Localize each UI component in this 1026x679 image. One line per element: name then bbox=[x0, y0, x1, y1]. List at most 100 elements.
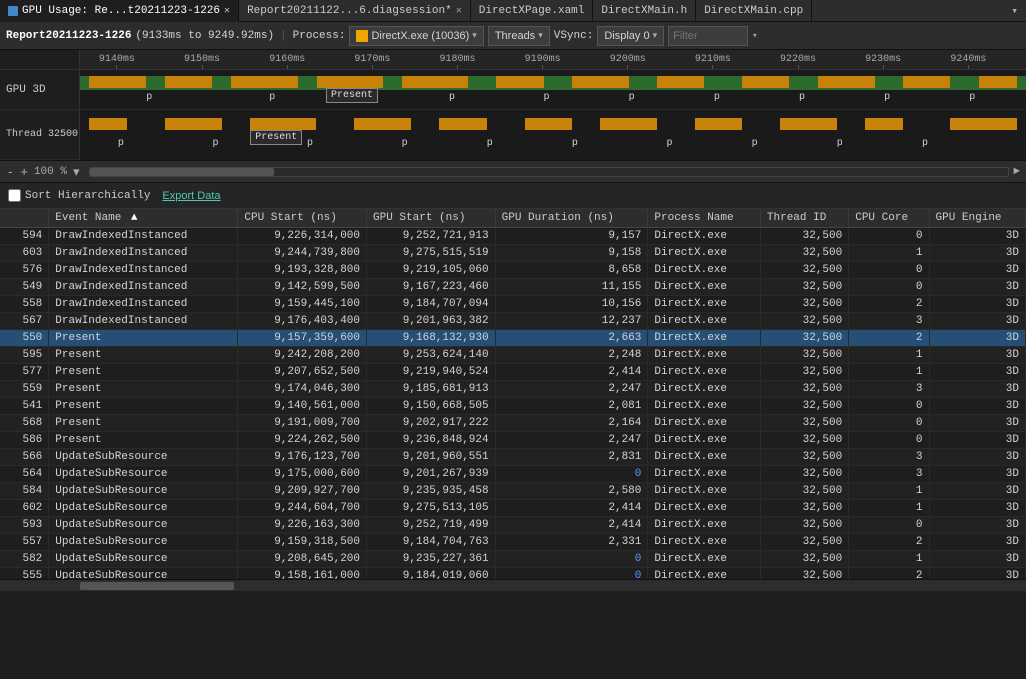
cell-event: DrawIndexedInstanced bbox=[49, 313, 238, 330]
cell-event: Present bbox=[49, 364, 238, 381]
thread-frame-8 bbox=[780, 118, 837, 130]
col-header-cpucore[interactable]: CPU Core bbox=[849, 209, 929, 228]
timeline-controls: - + 100 % ▾ ► bbox=[0, 161, 1026, 183]
thread-p-4: p bbox=[487, 138, 493, 149]
col-header-cpustart[interactable]: CPU Start (ns) bbox=[238, 209, 367, 228]
ruler-tick-6: 9200ms bbox=[610, 54, 646, 69]
table-row[interactable]: 566 UpdateSubResource 9,176,123,700 9,20… bbox=[0, 449, 1026, 466]
cell-id: 568 bbox=[0, 415, 49, 432]
cell-id: 559 bbox=[0, 381, 49, 398]
table-row[interactable]: 555 UpdateSubResource 9,158,161,000 9,18… bbox=[0, 568, 1026, 580]
col-header-gpustart[interactable]: GPU Start (ns) bbox=[367, 209, 496, 228]
cell-cpucore: 2 bbox=[849, 568, 929, 580]
cell-cpucore: 2 bbox=[849, 296, 929, 313]
table-row[interactable]: 602 UpdateSubResource 9,244,604,700 9,27… bbox=[0, 500, 1026, 517]
cell-proc: DirectX.exe bbox=[648, 449, 761, 466]
col-header-gpudur[interactable]: GPU Duration (ns) bbox=[495, 209, 648, 228]
zoom-minus-button[interactable]: - bbox=[6, 164, 14, 179]
tab-directxmain-h[interactable]: DirectXMain.h bbox=[593, 0, 696, 22]
cell-gpudur: 2,414 bbox=[495, 517, 648, 534]
horizontal-scrollbar[interactable] bbox=[0, 579, 1026, 591]
gpu-frame-1 bbox=[165, 76, 212, 88]
cell-cpucore: 3 bbox=[849, 313, 929, 330]
table-row[interactable]: 564 UpdateSubResource 9,175,000,600 9,20… bbox=[0, 466, 1026, 483]
thread-row-content[interactable]: p p p p p p p p p p Present bbox=[80, 110, 1026, 160]
display-dropdown[interactable]: Display 0 ▾ bbox=[597, 26, 664, 46]
cell-gpustart: 9,150,668,505 bbox=[367, 398, 496, 415]
tab-close-gpu[interactable]: ✕ bbox=[224, 5, 230, 17]
cell-cpustart: 9,176,403,400 bbox=[238, 313, 367, 330]
cell-gpudur: 2,081 bbox=[495, 398, 648, 415]
table-body: 594 DrawIndexedInstanced 9,226,314,000 9… bbox=[0, 228, 1026, 580]
table-row[interactable]: 593 UpdateSubResource 9,226,163,300 9,25… bbox=[0, 517, 1026, 534]
table-row[interactable]: 584 UpdateSubResource 9,209,927,700 9,23… bbox=[0, 483, 1026, 500]
thread-p-2: p bbox=[307, 138, 313, 149]
filter-arrow-icon[interactable]: ▾ bbox=[752, 31, 757, 41]
sort-hierarchically-label[interactable]: Sort Hierarchically bbox=[8, 189, 150, 202]
col-header-gpueng[interactable]: GPU Engine bbox=[929, 209, 1025, 228]
cell-gpudur: 2,331 bbox=[495, 534, 648, 551]
data-table-wrapper[interactable]: Event Name ▲ CPU Start (ns) GPU Start (n… bbox=[0, 209, 1026, 579]
table-row[interactable]: 559 Present 9,174,046,300 9,185,681,913 … bbox=[0, 381, 1026, 398]
zoom-plus-button[interactable]: + bbox=[18, 164, 30, 179]
col-header-event[interactable]: Event Name ▲ bbox=[49, 209, 238, 228]
cell-gpustart: 9,235,935,458 bbox=[367, 483, 496, 500]
cell-gpustart: 9,167,223,460 bbox=[367, 279, 496, 296]
table-row[interactable]: 550 Present 9,157,359,600 9,168,132,930 … bbox=[0, 330, 1026, 347]
table-row[interactable]: 586 Present 9,224,262,500 9,236,848,924 … bbox=[0, 432, 1026, 449]
cell-gpudur: 9,157 bbox=[495, 228, 648, 245]
cell-cpucore: 1 bbox=[849, 551, 929, 568]
cell-proc: DirectX.exe bbox=[648, 500, 761, 517]
col-header-proc[interactable]: Process Name bbox=[648, 209, 761, 228]
cell-cpustart: 9,224,262,500 bbox=[238, 432, 367, 449]
table-row[interactable]: 567 DrawIndexedInstanced 9,176,403,400 9… bbox=[0, 313, 1026, 330]
timeline-scrollbar[interactable] bbox=[89, 167, 1009, 177]
export-data-button[interactable]: Export Data bbox=[162, 190, 220, 202]
gpu-bar-bg bbox=[80, 76, 1026, 90]
table-row[interactable]: 541 Present 9,140,561,000 9,150,668,505 … bbox=[0, 398, 1026, 415]
table-row[interactable]: 576 DrawIndexedInstanced 9,193,328,800 9… bbox=[0, 262, 1026, 279]
cell-tid: 32,500 bbox=[760, 398, 848, 415]
cell-proc: DirectX.exe bbox=[648, 432, 761, 449]
zoom-reset-button[interactable]: ▾ bbox=[71, 164, 82, 180]
gpu-frame-11 bbox=[979, 76, 1017, 88]
cell-event: Present bbox=[49, 381, 238, 398]
gpu-p-3: p bbox=[449, 92, 455, 103]
col-header-id[interactable] bbox=[0, 209, 49, 228]
cell-cpustart: 9,242,208,200 bbox=[238, 347, 367, 364]
scroll-right-icon[interactable]: ► bbox=[1013, 166, 1020, 178]
chevron-down-icon[interactable]: ▾ bbox=[1007, 4, 1022, 18]
table-row[interactable]: 549 DrawIndexedInstanced 9,142,599,500 9… bbox=[0, 279, 1026, 296]
cell-gpudur: 2,247 bbox=[495, 432, 648, 449]
table-row[interactable]: 558 DrawIndexedInstanced 9,159,445,100 9… bbox=[0, 296, 1026, 313]
table-row[interactable]: 582 UpdateSubResource 9,208,645,200 9,23… bbox=[0, 551, 1026, 568]
tab-gpu-usage[interactable]: GPU Usage: Re...t20211223-1226 ✕ bbox=[0, 0, 239, 22]
cell-gpustart: 9,184,704,763 bbox=[367, 534, 496, 551]
gpu-p-7: p bbox=[799, 92, 805, 103]
cell-event: Present bbox=[49, 432, 238, 449]
filter-input[interactable] bbox=[668, 26, 748, 46]
cell-gpudur: 2,248 bbox=[495, 347, 648, 364]
table-row[interactable]: 594 DrawIndexedInstanced 9,226,314,000 9… bbox=[0, 228, 1026, 245]
table-row[interactable]: 557 UpdateSubResource 9,159,318,500 9,18… bbox=[0, 534, 1026, 551]
cell-gpueng: 3D bbox=[929, 449, 1025, 466]
sort-hierarchically-checkbox[interactable] bbox=[8, 189, 21, 202]
threads-dropdown[interactable]: Threads ▾ bbox=[488, 26, 550, 46]
table-row[interactable]: 595 Present 9,242,208,200 9,253,624,140 … bbox=[0, 347, 1026, 364]
table-row[interactable]: 603 DrawIndexedInstanced 9,244,739,800 9… bbox=[0, 245, 1026, 262]
process-dropdown[interactable]: DirectX.exe (10036) ▾ bbox=[349, 26, 483, 46]
thread-row-label: Thread 32500 bbox=[0, 110, 80, 159]
table-row[interactable]: 568 Present 9,191,009,700 9,202,917,222 … bbox=[0, 415, 1026, 432]
ruler-tick-10: 9240ms bbox=[950, 54, 986, 69]
table-row[interactable]: 577 Present 9,207,652,500 9,219,940,524 … bbox=[0, 364, 1026, 381]
cell-cpucore: 1 bbox=[849, 500, 929, 517]
ruler-tick-9: 9230ms bbox=[865, 54, 901, 69]
tab-report-session[interactable]: Report20211122...6.diagsession* ✕ bbox=[239, 0, 471, 22]
tab-close-report[interactable]: ✕ bbox=[456, 5, 462, 17]
col-header-tid[interactable]: Thread ID bbox=[760, 209, 848, 228]
cell-cpustart: 9,226,163,300 bbox=[238, 517, 367, 534]
gpu-3d-content[interactable]: p p p p p p p p p p Present bbox=[80, 70, 1026, 109]
tab-directxmain-cpp[interactable]: DirectXMain.cpp bbox=[696, 0, 812, 22]
cell-tid: 32,500 bbox=[760, 228, 848, 245]
tab-directxpage[interactable]: DirectXPage.xaml bbox=[471, 0, 594, 22]
